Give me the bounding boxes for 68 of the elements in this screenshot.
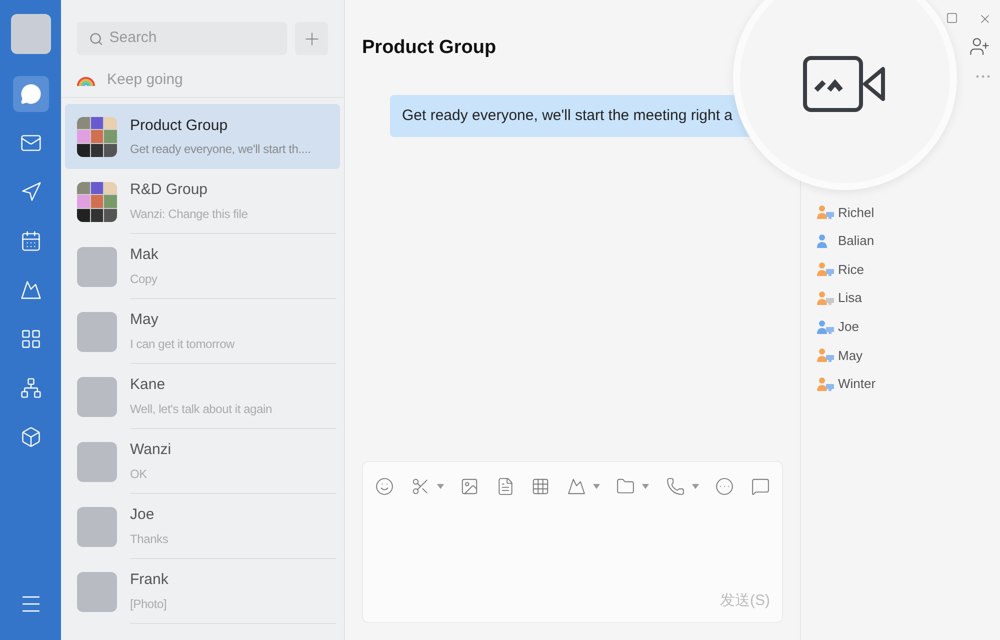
member-name: Balian bbox=[838, 232, 874, 250]
member-name: Joe bbox=[838, 318, 859, 336]
photo-placeholder bbox=[77, 506, 117, 546]
search-input[interactable]: Search bbox=[109, 27, 275, 50]
chat-list-item[interactable]: Joe Thanks bbox=[65, 494, 340, 559]
status-text: Keep going bbox=[107, 70, 183, 90]
search-icon bbox=[89, 30, 104, 46]
member-name: Lisa bbox=[838, 289, 862, 308]
photo-placeholder bbox=[77, 572, 117, 612]
member-name: May bbox=[838, 346, 863, 365]
group-avatar bbox=[77, 182, 117, 222]
chat-name: Mak bbox=[130, 245, 160, 266]
chat-name: May bbox=[130, 310, 160, 330]
search-field[interactable]: Search bbox=[77, 22, 287, 55]
grid-icon bbox=[20, 328, 42, 350]
conversation-title: Product Group bbox=[362, 36, 498, 60]
folder-icon bbox=[616, 476, 636, 496]
nav-item[interactable] bbox=[12, 76, 48, 112]
smiley-icon bbox=[375, 476, 394, 496]
chat-list-item[interactable]: Wanzi OK bbox=[65, 429, 340, 494]
chat-list-item[interactable]: Frank [Photo] bbox=[65, 559, 340, 624]
phone-icon bbox=[666, 476, 685, 496]
member-name: Winter bbox=[838, 375, 876, 394]
photo-placeholder bbox=[77, 246, 117, 286]
chat-name: Wanzi bbox=[130, 440, 172, 460]
video-camera-icon[interactable] bbox=[803, 56, 887, 112]
chat-list-item[interactable]: May I can get it tomorrow bbox=[65, 299, 340, 364]
close-icon[interactable] bbox=[978, 12, 992, 26]
chat-name: Product Group bbox=[130, 116, 229, 136]
envelope-icon bbox=[20, 132, 42, 154]
message-preview: Thanks bbox=[130, 530, 170, 548]
chat-name: Frank bbox=[130, 570, 170, 590]
org-chart-icon bbox=[20, 377, 42, 399]
add-button[interactable] bbox=[295, 22, 328, 55]
chat-list-item[interactable]: Kane Well, let's talk about it again bbox=[65, 364, 340, 429]
message-preview: OK bbox=[130, 466, 148, 483]
more-icon bbox=[715, 476, 734, 496]
caret-icon bbox=[436, 484, 444, 488]
profile-photo-placeholder[interactable] bbox=[10, 14, 50, 54]
caret-icon bbox=[642, 484, 650, 488]
chat-list-item[interactable]: R&D Group Wanzi: Change this file bbox=[65, 169, 340, 234]
chat-bubble-icon bbox=[20, 83, 42, 105]
chat-list-item[interactable]: Mak Copy bbox=[65, 234, 340, 299]
group-avatar bbox=[77, 116, 117, 156]
image-icon bbox=[460, 476, 480, 496]
message-preview: Wanzi: Change this file bbox=[130, 206, 249, 223]
caret-icon bbox=[692, 484, 699, 488]
photo-placeholder bbox=[77, 312, 117, 352]
document-icon bbox=[496, 476, 515, 496]
photo-placeholder bbox=[77, 376, 117, 416]
chat-name: R&D Group bbox=[130, 180, 209, 200]
rainbow-icon bbox=[77, 74, 95, 86]
chat-name: Joe bbox=[130, 505, 156, 526]
caret-icon bbox=[592, 484, 600, 488]
chat-list-item[interactable]: Product Group Get ready everyone, we'll start th.... bbox=[65, 104, 340, 169]
scissors-icon bbox=[410, 476, 430, 496]
message-preview: Copy bbox=[130, 270, 158, 288]
message-preview: [Photo] bbox=[130, 596, 168, 613]
message-preview: Get ready everyone, we'll start th.... bbox=[130, 141, 312, 158]
member-name: Richel bbox=[838, 204, 874, 222]
maximize-icon[interactable] bbox=[946, 12, 958, 24]
message-preview: Well, let's talk about it again bbox=[130, 400, 273, 418]
member-name: Rice bbox=[838, 260, 864, 279]
chat-name: Kane bbox=[130, 375, 166, 396]
photo-placeholder bbox=[77, 442, 117, 482]
message-preview: I can get it tomorrow bbox=[130, 336, 236, 353]
cube-icon bbox=[20, 426, 42, 448]
add-member-icon[interactable] bbox=[969, 36, 990, 57]
